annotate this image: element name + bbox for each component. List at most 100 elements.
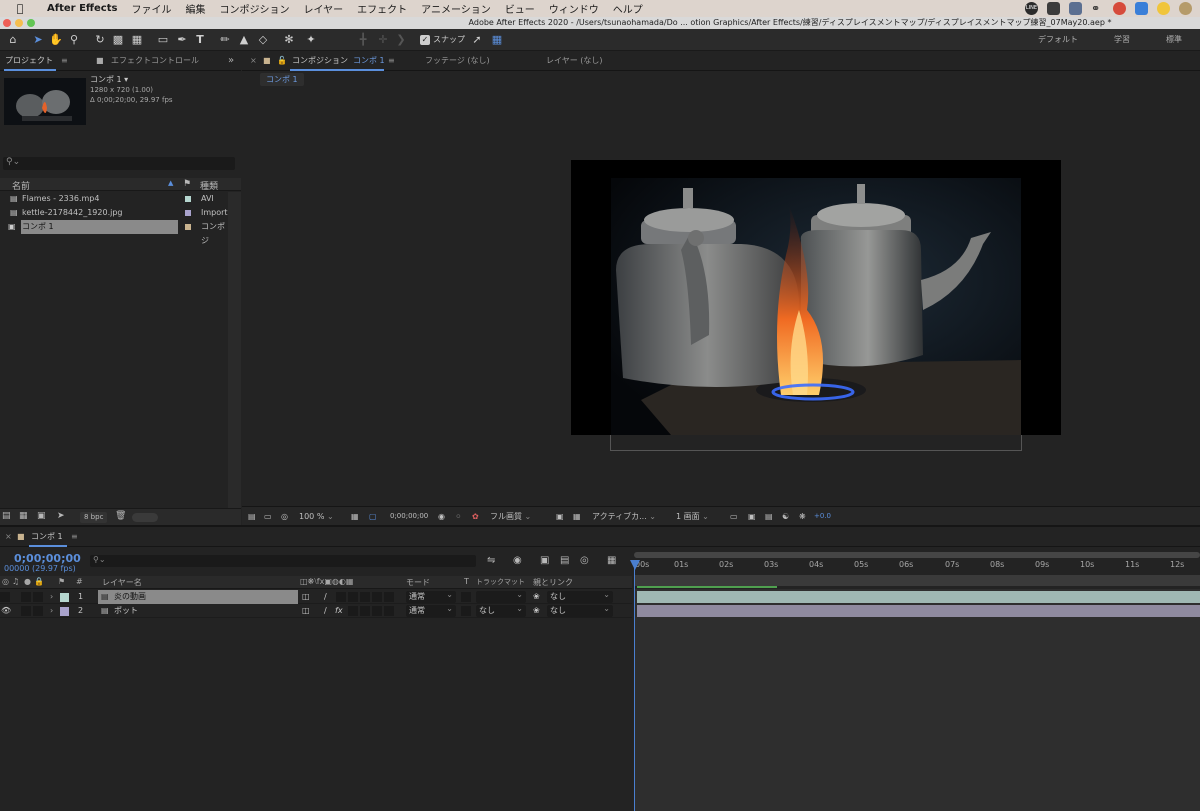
- pixel-aspect-icon[interactable]: ▭: [730, 510, 738, 523]
- menu-animation[interactable]: アニメーション: [414, 1, 498, 16]
- project-search-input[interactable]: ⚲⌄: [3, 157, 235, 170]
- camera-view-dropdown[interactable]: アクティブカ...: [592, 510, 656, 523]
- parent-dropdown[interactable]: なし: [547, 589, 613, 603]
- rectangle-tool-icon[interactable]: ▭: [156, 33, 170, 47]
- audio-switch-icon[interactable]: ♫: [12, 577, 19, 586]
- time-navigator[interactable]: [634, 552, 1200, 558]
- layer-label-color[interactable]: [60, 593, 69, 602]
- motion-blur-switch[interactable]: [360, 606, 370, 616]
- reset-exposure-icon[interactable]: ❋: [799, 510, 806, 523]
- notes-tray-icon[interactable]: [1157, 2, 1170, 15]
- menu-window[interactable]: ウィンドウ: [542, 1, 606, 16]
- track-matte-dropdown[interactable]: [476, 589, 526, 603]
- motion-blur-switch[interactable]: [360, 592, 370, 602]
- clone-stamp-tool-icon[interactable]: ▲: [237, 33, 251, 47]
- preserve-transparency-toggle[interactable]: [461, 606, 471, 616]
- comp-breadcrumb[interactable]: コンポ 1: [260, 73, 304, 86]
- transparency-grid-icon[interactable]: ▢: [369, 510, 377, 523]
- draft-3d-icon[interactable]: ◉: [513, 555, 522, 566]
- comp-info-name[interactable]: コンポ 1 ▾: [90, 75, 173, 85]
- app-tray-icon[interactable]: [1047, 2, 1060, 15]
- always-preview-icon[interactable]: ▤: [248, 510, 256, 523]
- col-name-label[interactable]: 名前: [12, 179, 30, 192]
- lock-icon[interactable]: 🔓: [277, 51, 287, 71]
- lock-toggle[interactable]: [33, 592, 43, 602]
- recorder-tray-icon[interactable]: [1113, 2, 1126, 15]
- layer-duration-bar[interactable]: [637, 591, 1200, 603]
- roto-brush-tool-icon[interactable]: ✻: [282, 33, 296, 47]
- workspace-default[interactable]: デフォルト: [1020, 29, 1096, 51]
- label-color-swatch[interactable]: [185, 224, 191, 230]
- blend-mode-dropdown[interactable]: 通常: [406, 589, 456, 603]
- menu-edit[interactable]: 編集: [178, 1, 212, 16]
- zoom-dropdown[interactable]: 100 %: [299, 510, 334, 523]
- video-switch-icon[interactable]: ◎: [2, 577, 9, 586]
- timeline-icon[interactable]: ▤: [765, 510, 773, 523]
- project-item[interactable]: ▤ kettle-2178442_1920.jpg Import: [0, 206, 228, 220]
- quality-switch-icon[interactable]: ∕: [324, 604, 327, 618]
- hand-tool-icon[interactable]: ✋: [49, 33, 63, 47]
- fx-switch-icon[interactable]: fx: [335, 604, 343, 618]
- eraser-tool-icon[interactable]: ◇: [256, 33, 270, 47]
- expand-chevron-icon[interactable]: ›: [50, 590, 53, 604]
- region-of-interest-icon[interactable]: ▣: [556, 510, 564, 523]
- view-layout-dropdown[interactable]: 1 画面: [676, 510, 709, 523]
- new-comp-icon[interactable]: ▣: [37, 511, 46, 521]
- exposure-value[interactable]: +0.0: [814, 510, 831, 523]
- panel-menu-icon[interactable]: ≡: [388, 51, 395, 71]
- lock-switch-icon[interactable]: 🔒: [34, 577, 44, 586]
- trash-icon[interactable]: 🗑: [115, 511, 126, 521]
- snap-features-icon[interactable]: ▦: [490, 33, 504, 47]
- timeline-search-input[interactable]: ⚲⌄: [90, 555, 476, 567]
- puppet-tool-icon[interactable]: ✦: [304, 33, 318, 47]
- graph-editor-icon[interactable]: ▦: [607, 555, 616, 566]
- layer-track-area[interactable]: [634, 589, 1200, 811]
- snap-checkbox[interactable]: ✓: [420, 35, 430, 45]
- adobe-dynamic-link-icon[interactable]: ➤: [57, 511, 65, 521]
- collapse-switch-icon[interactable]: ◫: [302, 604, 310, 618]
- show-snapshot-icon[interactable]: ⚪: [455, 510, 462, 523]
- apple-menu-icon[interactable]: : [0, 2, 40, 15]
- workspace-learn[interactable]: 学習: [1096, 29, 1148, 51]
- panel-overflow-icon[interactable]: »: [228, 51, 234, 71]
- pick-whip-icon[interactable]: ❀: [533, 590, 540, 604]
- safe-margins-icon[interactable]: ▦: [351, 510, 359, 523]
- video-toggle[interactable]: [0, 592, 10, 602]
- quality-switch-icon[interactable]: ∕: [324, 590, 327, 604]
- layer-label-color[interactable]: [60, 607, 69, 616]
- work-area-bar[interactable]: [634, 575, 1200, 586]
- tab-composition-name[interactable]: コンポ 1: [353, 51, 385, 71]
- solo-toggle[interactable]: [21, 606, 31, 616]
- close-tab-icon[interactable]: ×: [250, 51, 257, 71]
- interpret-footage-icon[interactable]: ▤: [2, 511, 11, 521]
- camera-tool-icon[interactable]: ▩: [111, 33, 125, 47]
- eye-icon[interactable]: 👁: [1, 604, 11, 618]
- sort-ascending-icon[interactable]: ▲: [168, 179, 173, 187]
- layer-name[interactable]: ポット: [114, 604, 138, 618]
- panel-menu-icon[interactable]: ≡: [61, 51, 68, 71]
- snapshot-icon[interactable]: ◉: [438, 510, 445, 523]
- tab-composition-prefix[interactable]: コンポジション: [292, 51, 348, 71]
- parent-dropdown[interactable]: なし: [547, 603, 613, 617]
- flowchart-icon[interactable]: ☯: [782, 510, 789, 523]
- type-tool-icon[interactable]: T: [193, 33, 207, 47]
- label-color-swatch[interactable]: [185, 210, 191, 216]
- fast-preview-icon[interactable]: ▣: [748, 510, 756, 523]
- tab-effect-controls[interactable]: エフェクトコントロール: [111, 51, 199, 71]
- menu-app-name[interactable]: After Effects: [40, 3, 124, 14]
- pick-whip-icon[interactable]: ❀: [533, 604, 540, 618]
- layer-row[interactable]: › 1 ▤ 炎の動画 ◫ ∕ 通常 ❀ なし: [0, 589, 632, 604]
- lock-toggle[interactable]: [33, 606, 43, 616]
- tab-footage[interactable]: フッテージ (なし): [425, 51, 490, 71]
- user-avatar-icon[interactable]: [1179, 2, 1192, 15]
- panel-menu-icon[interactable]: ≡: [71, 527, 78, 547]
- adjustment-switch[interactable]: [372, 592, 382, 602]
- snap-edges-icon[interactable]: ➚: [470, 33, 484, 47]
- selection-tool-icon[interactable]: ➤: [31, 33, 45, 47]
- resolution-dropdown[interactable]: フル画質: [490, 510, 531, 523]
- project-item-selected[interactable]: ▣ コンポ 1 コンポジ: [0, 220, 228, 245]
- tab-layer[interactable]: レイヤー (なし): [546, 51, 603, 71]
- tab-project[interactable]: プロジェクト: [5, 51, 53, 71]
- menu-view[interactable]: ビュー: [498, 1, 542, 16]
- label-color-swatch[interactable]: [185, 196, 191, 202]
